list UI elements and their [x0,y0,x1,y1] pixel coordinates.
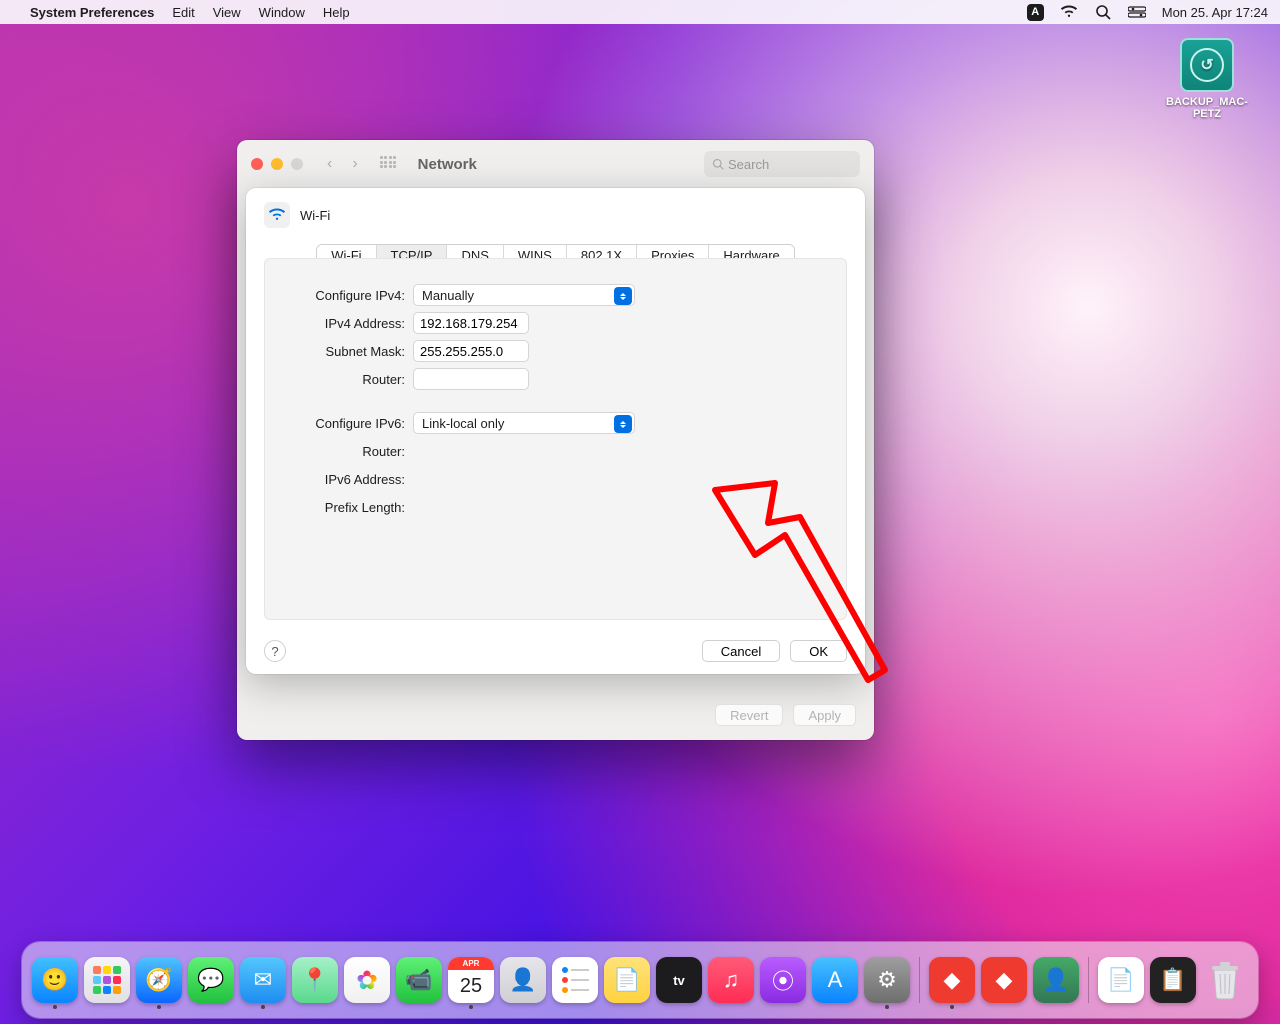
help-button[interactable]: ? [264,640,286,662]
window-titlebar[interactable]: ‹ › Network Search [237,140,874,188]
back-button[interactable]: ‹ [321,155,338,173]
advanced-sheet: Wi-Fi Wi-FiTCP/IPDNSWINS802.1XProxiesHar… [246,188,865,674]
configure-ipv6-value: Link-local only [422,416,504,431]
wifi-icon[interactable] [1060,3,1078,21]
ipv4-address-input[interactable] [413,312,529,334]
configure-ipv4-select[interactable]: Manually [413,284,635,306]
search-placeholder: Search [728,157,769,172]
dock-messages[interactable]: 💬 [188,957,234,1003]
menubar-clock[interactable]: Mon 25. Apr 17:24 [1162,5,1268,20]
dock-reminders[interactable] [552,957,598,1003]
menu-edit[interactable]: Edit [172,5,194,20]
dock-anydesk[interactable]: ◆ [929,957,975,1003]
dock-separator [919,957,920,1003]
label-router-ipv4: Router: [265,372,413,387]
dock-system-preferences[interactable]: ⚙︎ [864,957,910,1003]
dock-appstore[interactable]: A [812,957,858,1003]
menu-view[interactable]: View [213,5,241,20]
dock-podcasts[interactable]: ⦿ [760,957,806,1003]
app-menu[interactable]: System Preferences [30,5,154,20]
dock-textedit-doc[interactable]: 📄 [1098,957,1144,1003]
menu-window[interactable]: Window [259,5,305,20]
forward-button[interactable]: › [346,155,363,173]
label-router-ipv6: Router: [265,444,413,459]
dock-safari[interactable]: 🧭 [136,957,182,1003]
zoom-button[interactable] [291,158,303,170]
show-all-button[interactable] [380,156,396,172]
dock-contacts[interactable]: 👤 [500,957,546,1003]
desktop-volume-label: BACKUP_MAC-PETZ [1162,96,1252,120]
chevron-updown-icon [614,287,632,305]
label-ipv4-address: IPv4 Address: [265,316,413,331]
label-prefix-length: Prefix Length: [265,500,413,515]
close-button[interactable] [251,158,263,170]
apply-button[interactable]: Apply [793,704,856,726]
label-configure-ipv4: Configure IPv4: [265,288,413,303]
cancel-button[interactable]: Cancel [702,640,780,662]
dock-dark-doc[interactable]: 📋 [1150,957,1196,1003]
dock-facetime[interactable]: 📹 [396,957,442,1003]
dock-tv[interactable]: tv [656,957,702,1003]
label-subnet-mask: Subnet Mask: [265,344,413,359]
window-title: Network [418,156,477,173]
dock-music[interactable]: ♫ [708,957,754,1003]
dock: 🙂🧭💬✉︎📍✿📹APR25👤📄tv♫⦿A⚙︎◆◆👤📄📋 [22,942,1258,1018]
label-configure-ipv6: Configure IPv6: [265,416,413,431]
tcpip-pane: Configure IPv4: Manually IPv4 Address: S… [264,258,847,620]
control-center-icon[interactable] [1128,3,1146,21]
timemachine-disk-icon: ↺ [1180,38,1234,92]
dock-calendar[interactable]: APR25 [448,957,494,1003]
minimize-button[interactable] [271,158,283,170]
search-input[interactable]: Search [704,151,860,177]
traffic-lights [251,158,303,170]
dock-photos[interactable]: ✿ [344,957,390,1003]
router-ipv4-input[interactable] [413,368,529,390]
system-preferences-window: ‹ › Network Search Wi-Fi Wi-FiTCP/IPDNSW… [237,140,874,740]
interface-name: Wi-Fi [300,208,330,223]
ok-button[interactable]: OK [790,640,847,662]
chevron-updown-icon [614,415,632,433]
dock-user-photo[interactable]: 👤 [1033,957,1079,1003]
menubar: System Preferences Edit View Window Help… [0,0,1280,24]
dock-finder[interactable]: 🙂 [32,957,78,1003]
revert-button[interactable]: Revert [715,704,783,726]
desktop-volume-backup[interactable]: ↺ BACKUP_MAC-PETZ [1162,38,1252,120]
wifi-icon [264,202,290,228]
menu-help[interactable]: Help [323,5,350,20]
dock-anydesk2[interactable]: ◆ [981,957,1027,1003]
dock-notes[interactable]: 📄 [604,957,650,1003]
label-ipv6-address: IPv6 Address: [265,472,413,487]
dock-trash[interactable] [1202,957,1248,1003]
configure-ipv4-value: Manually [422,288,474,303]
dock-maps[interactable]: 📍 [292,957,338,1003]
subnet-mask-input[interactable] [413,340,529,362]
keyboard-input-icon[interactable]: A [1027,4,1044,21]
dock-launchpad[interactable] [84,957,130,1003]
dock-mail[interactable]: ✉︎ [240,957,286,1003]
configure-ipv6-select[interactable]: Link-local only [413,412,635,434]
dock-separator [1088,957,1089,1003]
spotlight-icon[interactable] [1094,3,1112,21]
